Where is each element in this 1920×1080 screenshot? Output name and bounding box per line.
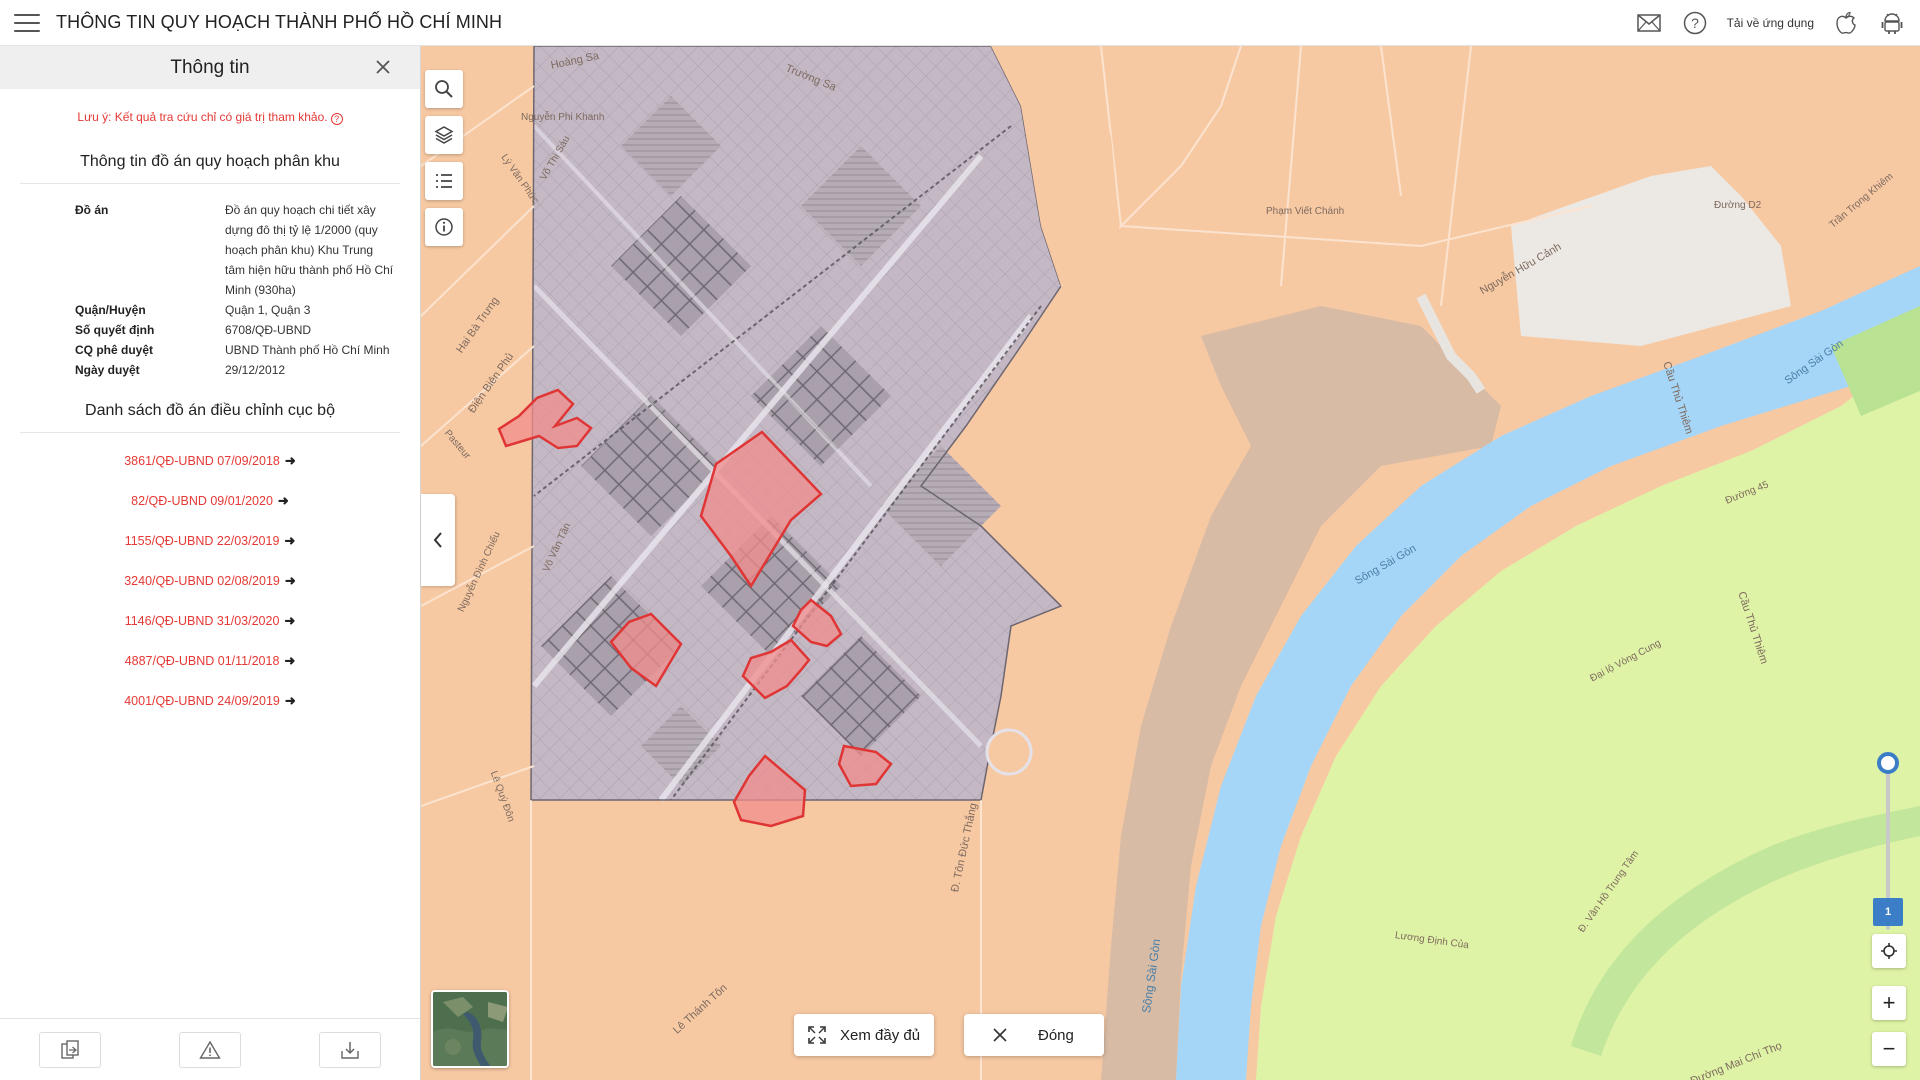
arrow-right-icon: ➜ (284, 453, 296, 468)
arrow-right-icon: ➜ (284, 693, 296, 708)
map-tools (425, 70, 463, 246)
info-value: 29/12/2012 (225, 363, 286, 377)
top-bar-actions: ? Tải về ứng dụng (1635, 9, 1920, 37)
warning-icon (199, 1040, 221, 1059)
search-icon (435, 80, 453, 98)
close-view-button[interactable]: Đóng (964, 1014, 1104, 1056)
info-row: Ngày duyệt 29/12/2012 (0, 360, 420, 380)
plan-info-table: Đồ án Đồ án quy hoạch chi tiết xây dựng … (0, 200, 420, 380)
section-title-adjustments: Danh sách đồ án điều chỉnh cục bộ (20, 402, 400, 433)
map-label: Nguyễn Phi Khanh (521, 112, 605, 123)
adjustment-link[interactable]: 1146/QĐ-UBND 31/03/2020 ➜ (0, 601, 420, 641)
locate-button[interactable] (1872, 934, 1906, 968)
adjustment-link[interactable]: 1155/QĐ-UBND 22/03/2019 ➜ (0, 521, 420, 561)
opacity-value-badge: 1 (1873, 898, 1903, 926)
adjustment-link[interactable]: 3861/QĐ-UBND 07/09/2018 ➜ (0, 441, 420, 481)
basemap-thumbnail[interactable] (431, 990, 509, 1068)
legend-button[interactable] (425, 162, 463, 200)
app-title: THÔNG TIN QUY HOẠCH THÀNH PHỐ HỒ CHÍ MIN… (56, 12, 503, 32)
crosshair-icon (1881, 943, 1897, 959)
report-button[interactable] (179, 1031, 241, 1068)
arrow-right-icon: ➜ (284, 573, 296, 588)
info-row: Đồ án Đồ án quy hoạch chi tiết xây dựng … (0, 200, 420, 300)
panel-header: Thông tin (0, 46, 420, 89)
apple-icon[interactable] (1832, 9, 1860, 37)
full-view-label: Xem đầy đủ (840, 1026, 921, 1044)
expand-icon (808, 1026, 826, 1044)
close-icon[interactable] (372, 56, 394, 78)
adjustment-label: 1155/QĐ-UBND 22/03/2019 (124, 534, 280, 548)
arrow-right-icon: ➜ (284, 533, 296, 548)
help-icon[interactable]: ? (1681, 9, 1709, 37)
download-app-label[interactable]: Tải về ứng dụng (1727, 16, 1814, 30)
menu-icon[interactable] (14, 13, 40, 32)
info-value: 6708/QĐ-UBND (225, 323, 312, 337)
adjustment-label: 3861/QĐ-UBND 07/09/2018 (124, 454, 280, 468)
disclaimer-text: Lưu ý: Kết quả tra cứu chỉ có giá trị th… (77, 110, 328, 124)
map-label: Phạm Viết Chánh (1266, 206, 1345, 217)
panel-footer (0, 1018, 420, 1080)
adjustment-link[interactable]: 82/QĐ-UBND 09/01/2020 ➜ (0, 481, 420, 521)
question-icon[interactable]: ? (330, 113, 343, 125)
chevron-left-icon (433, 532, 442, 548)
zoom-out-button[interactable]: − (1872, 1032, 1906, 1066)
info-value: Đồ án quy hoạch chi tiết xây dựng đô thị… (225, 203, 394, 297)
map-view[interactable]: Hoàng Sa Trường Sa Nguyễn Phi Khanh Võ T… (421, 46, 1920, 1080)
info-key: Đồ án (75, 203, 109, 217)
info-value: UBND Thành phố Hồ Chí Minh (225, 343, 390, 357)
svg-text:?: ? (1691, 15, 1699, 31)
arrow-right-icon: ➜ (277, 493, 289, 508)
documents-icon (61, 1039, 79, 1059)
info-row: Số quyết định 6708/QĐ-UBND (0, 320, 420, 340)
adjustment-label: 3240/QĐ-UBND 02/08/2019 (124, 574, 280, 588)
adjustment-link[interactable]: 3240/QĐ-UBND 02/08/2019 ➜ (0, 561, 420, 601)
download-button[interactable] (319, 1031, 381, 1068)
info-icon (435, 218, 453, 236)
info-row: CQ phê duyệt UBND Thành phố Hồ Chí Minh (0, 340, 420, 360)
info-button[interactable] (425, 208, 463, 246)
mail-icon[interactable] (1635, 9, 1663, 37)
info-key: CQ phê duyệt (75, 343, 154, 357)
arrow-right-icon: ➜ (284, 653, 296, 668)
info-key: Ngày duyệt (75, 363, 140, 377)
top-bar: THÔNG TIN QUY HOẠCH THÀNH PHỐ HỒ CHÍ MIN… (0, 0, 1920, 46)
search-button[interactable] (425, 70, 463, 108)
panel-title: Thông tin (170, 56, 250, 78)
adjustment-link[interactable]: 4001/QĐ-UBND 24/09/2019 ➜ (0, 681, 420, 721)
layers-button[interactable] (425, 116, 463, 154)
download-icon (341, 1041, 359, 1059)
collapse-panel-button[interactable] (421, 494, 455, 586)
section-title-plan-info: Thông tin đồ án quy hoạch phân khu (20, 153, 400, 184)
adjustment-label: 4887/QĐ-UBND 01/11/2018 (124, 654, 280, 668)
satellite-thumbnail (433, 992, 507, 1066)
adjustment-list: 3861/QĐ-UBND 07/09/2018 ➜ 82/QĐ-UBND 09/0… (0, 441, 420, 721)
android-icon[interactable] (1878, 9, 1906, 37)
full-view-button[interactable]: Xem đầy đủ (794, 1014, 934, 1056)
opacity-slider-handle[interactable] (1877, 752, 1899, 774)
map-label: Đường D2 (1714, 200, 1762, 211)
arrow-right-icon: ➜ (284, 613, 296, 628)
zoom-in-button[interactable]: + (1872, 986, 1906, 1020)
info-key: Quận/Huyện (75, 303, 146, 317)
adjustment-label: 4001/QĐ-UBND 24/09/2019 (124, 694, 280, 708)
list-icon (436, 174, 452, 188)
adjustment-label: 1146/QĐ-UBND 31/03/2020 (124, 614, 280, 628)
close-icon (993, 1028, 1007, 1042)
adjustment-label: 82/QĐ-UBND 09/01/2020 (131, 494, 273, 508)
info-row: Quận/Huyện Quận 1, Quận 3 (0, 300, 420, 320)
info-value: Quận 1, Quận 3 (225, 303, 311, 317)
info-panel: Thông tin Lưu ý: Kết quả tra cứu chỉ có … (0, 46, 421, 1080)
adjustment-link[interactable]: 4887/QĐ-UBND 01/11/2018 ➜ (0, 641, 420, 681)
disclaimer-note: Lưu ý: Kết quả tra cứu chỉ có giá trị th… (0, 110, 420, 125)
close-label: Đóng (1038, 1026, 1074, 1044)
info-key: Số quyết định (75, 323, 155, 337)
compare-button[interactable] (39, 1031, 101, 1068)
map-canvas (421, 46, 1920, 1080)
layers-icon (434, 126, 454, 144)
